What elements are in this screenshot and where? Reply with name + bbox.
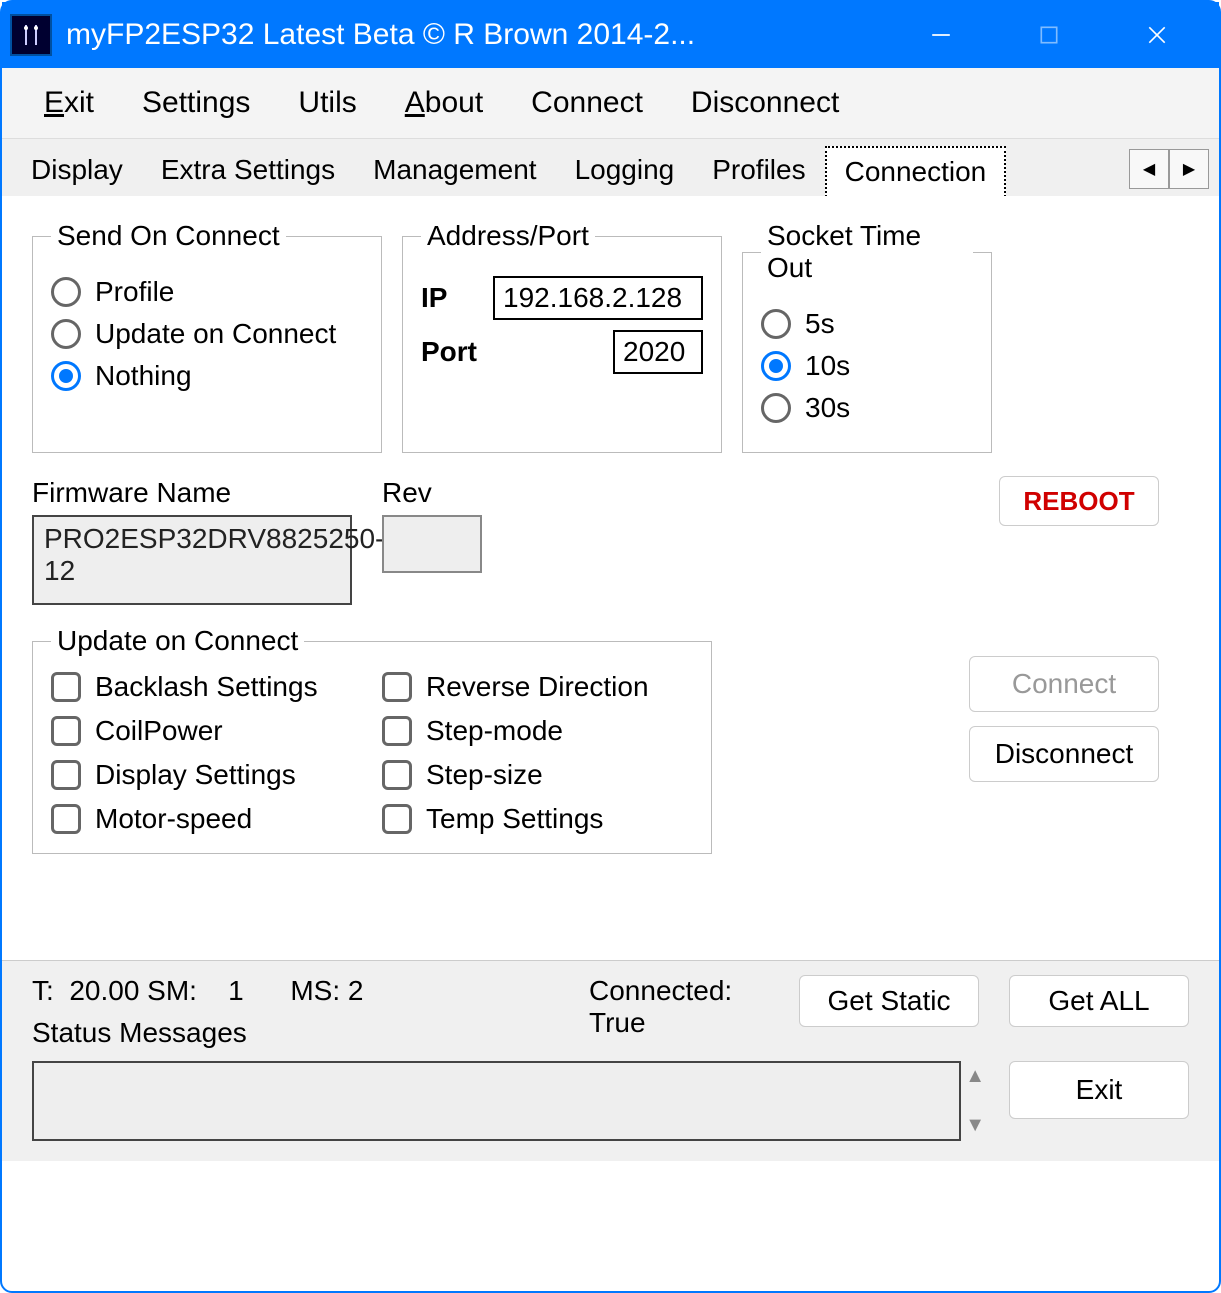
- checkbox-reverse-label: Reverse Direction: [426, 671, 649, 703]
- minimize-button[interactable]: [887, 2, 995, 68]
- checkbox-temp-label: Temp Settings: [426, 803, 603, 835]
- port-label: Port: [421, 336, 481, 368]
- checkbox-coilpower[interactable]: [51, 716, 81, 746]
- legend-address-port: Address/Port: [421, 220, 595, 252]
- check-row-coilpower[interactable]: CoilPower: [51, 715, 362, 747]
- menubar: Exit Settings Utils About Connect Discon…: [2, 68, 1219, 139]
- tab-content-connection: Send On Connect Profile Update on Connec…: [2, 196, 1219, 960]
- menu-exit[interactable]: Exit: [44, 86, 94, 120]
- group-send-on-connect: Send On Connect Profile Update on Connec…: [32, 220, 382, 453]
- checkbox-coilpower-label: CoilPower: [95, 715, 223, 747]
- tab-connection[interactable]: Connection: [825, 146, 1007, 197]
- radio-10s-label: 10s: [805, 350, 850, 382]
- checkbox-display-label: Display Settings: [95, 759, 296, 791]
- checkbox-stepmode-label: Step-mode: [426, 715, 563, 747]
- radio-update-on-connect[interactable]: [51, 319, 81, 349]
- checkbox-stepsize-label: Step-size: [426, 759, 543, 791]
- radio-row-30s[interactable]: 30s: [761, 392, 973, 424]
- legend-update-on-connect: Update on Connect: [51, 625, 304, 657]
- status-messages-textarea[interactable]: [32, 1061, 961, 1141]
- spin-down-icon[interactable]: ▼: [965, 1114, 985, 1137]
- checkbox-backlash-label: Backlash Settings: [95, 671, 318, 703]
- radio-row-profile[interactable]: Profile: [51, 276, 363, 308]
- check-row-display-settings[interactable]: Display Settings: [51, 759, 362, 791]
- tab-display[interactable]: Display: [12, 145, 142, 196]
- reboot-button[interactable]: REBOOT: [999, 476, 1159, 526]
- check-row-step-mode[interactable]: Step-mode: [382, 715, 693, 747]
- close-button[interactable]: [1103, 2, 1211, 68]
- maximize-button[interactable]: [995, 2, 1103, 68]
- firmware-rev-label: Rev: [382, 477, 482, 509]
- get-all-button[interactable]: Get ALL: [1009, 975, 1189, 1027]
- check-row-step-size[interactable]: Step-size: [382, 759, 693, 791]
- radio-nothing[interactable]: [51, 361, 81, 391]
- exit-button[interactable]: Exit: [1009, 1061, 1189, 1119]
- status-messages-label: Status Messages: [32, 1017, 559, 1049]
- menu-disconnect[interactable]: Disconnect: [691, 86, 839, 120]
- group-address-port: Address/Port IP 192.168.2.128 Port 2020: [402, 220, 722, 453]
- menu-connect[interactable]: Connect: [531, 86, 643, 120]
- checkbox-temp-settings[interactable]: [382, 804, 412, 834]
- legend-send-on-connect: Send On Connect: [51, 220, 286, 252]
- radio-30s-label: 30s: [805, 392, 850, 424]
- check-row-backlash[interactable]: Backlash Settings: [51, 671, 362, 703]
- radio-row-update-on-connect[interactable]: Update on Connect: [51, 318, 363, 350]
- spin-up-icon[interactable]: ▲: [965, 1065, 985, 1088]
- checkbox-step-size[interactable]: [382, 760, 412, 790]
- window-title: myFP2ESP32 Latest Beta © R Brown 2014-2.…: [66, 18, 887, 52]
- radio-row-10s[interactable]: 10s: [761, 350, 973, 382]
- tab-scroll-right[interactable]: ▶: [1169, 149, 1209, 189]
- group-socket-timeout: Socket Time Out 5s 10s 30s: [742, 220, 992, 453]
- tab-management[interactable]: Management: [354, 145, 555, 196]
- tab-scroll-left[interactable]: ◀: [1129, 149, 1169, 189]
- checkbox-display-settings[interactable]: [51, 760, 81, 790]
- status-telemetry: T: 20.00 SM: 1 MS: 2: [32, 975, 559, 1007]
- status-bar: T: 20.00 SM: 1 MS: 2 Status Messages Con…: [2, 960, 1219, 1161]
- checkbox-motor-speed[interactable]: [51, 804, 81, 834]
- radio-row-5s[interactable]: 5s: [761, 308, 973, 340]
- tab-logging[interactable]: Logging: [556, 145, 694, 196]
- tab-profiles[interactable]: Profiles: [693, 145, 824, 196]
- check-row-temp-settings[interactable]: Temp Settings: [382, 803, 693, 835]
- radio-profile[interactable]: [51, 277, 81, 307]
- ip-input[interactable]: 192.168.2.128: [493, 276, 703, 320]
- check-row-motor-speed[interactable]: Motor-speed: [51, 803, 362, 835]
- tabstrip: Display Extra Settings Management Loggin…: [2, 139, 1219, 196]
- firmware-name-label: Firmware Name: [32, 477, 352, 509]
- radio-5s-label: 5s: [805, 308, 835, 340]
- radio-row-nothing[interactable]: Nothing: [51, 360, 363, 392]
- get-static-button[interactable]: Get Static: [799, 975, 979, 1027]
- checkbox-reverse-direction[interactable]: [382, 672, 412, 702]
- radio-5s[interactable]: [761, 309, 791, 339]
- menu-utils[interactable]: Utils: [298, 86, 356, 120]
- group-update-on-connect: Update on Connect Backlash Settings Reve…: [32, 625, 712, 854]
- legend-socket-timeout: Socket Time Out: [761, 220, 973, 284]
- connected-label: Connected:: [589, 975, 769, 1007]
- radio-profile-label: Profile: [95, 276, 174, 308]
- radio-update-label: Update on Connect: [95, 318, 336, 350]
- check-row-reverse-direction[interactable]: Reverse Direction: [382, 671, 693, 703]
- checkbox-backlash[interactable]: [51, 672, 81, 702]
- checkbox-step-mode[interactable]: [382, 716, 412, 746]
- tab-extra-settings[interactable]: Extra Settings: [142, 145, 354, 196]
- radio-10s[interactable]: [761, 351, 791, 381]
- ip-label: IP: [421, 282, 481, 314]
- menu-about[interactable]: About: [405, 86, 483, 120]
- radio-nothing-label: Nothing: [95, 360, 192, 392]
- radio-30s[interactable]: [761, 393, 791, 423]
- checkbox-motorspeed-label: Motor-speed: [95, 803, 252, 835]
- app-icon: [10, 14, 52, 56]
- connect-button[interactable]: Connect: [969, 656, 1159, 712]
- disconnect-button[interactable]: Disconnect: [969, 726, 1159, 782]
- connected-value: True: [589, 1007, 769, 1039]
- firmware-name-value: PRO2ESP32DRV8825250-12: [32, 515, 352, 605]
- titlebar: myFP2ESP32 Latest Beta © R Brown 2014-2.…: [2, 2, 1219, 68]
- port-input[interactable]: 2020: [613, 330, 703, 374]
- menu-settings[interactable]: Settings: [142, 86, 250, 120]
- firmware-rev-value: [382, 515, 482, 573]
